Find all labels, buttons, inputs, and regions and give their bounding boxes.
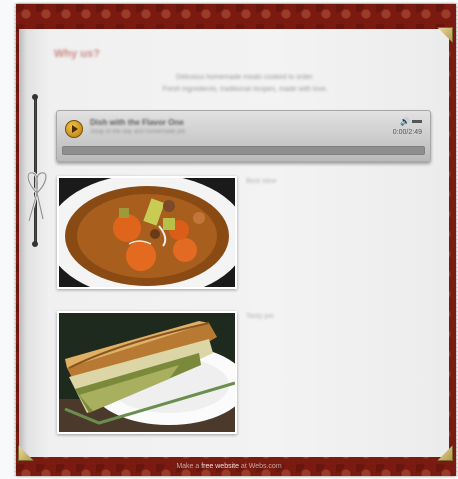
track-time: 0:00/2:49	[392, 129, 422, 136]
page-shadow	[19, 29, 27, 457]
track-subtitle: Soup of the day and homemade pie	[90, 129, 186, 135]
track-title: Dish with the Flavor One	[90, 118, 184, 127]
progress-bar[interactable]	[62, 146, 425, 155]
ribbon-bow-icon	[26, 171, 48, 222]
photo-caption: Tasty pie	[246, 313, 274, 320]
volume-icon[interactable]: 🔊	[400, 117, 410, 126]
soup-photo	[57, 176, 237, 289]
play-icon[interactable]	[65, 120, 83, 138]
left-margin	[0, 0, 14, 479]
volume-slider[interactable]	[412, 120, 422, 123]
footer-suffix: at Webs.com	[238, 463, 282, 470]
page-title: Why us?	[54, 48, 100, 60]
intro-text-line-2: Fresh ingredients, traditional recipes, …	[162, 86, 328, 93]
footer-credit[interactable]: Make a free website at Webs.com	[0, 463, 458, 470]
photo-caption: Best stew	[246, 178, 277, 185]
intro-text-line-1: Delicious homemade meals cooked to order…	[175, 74, 315, 81]
audio-player[interactable]: Dish with the Flavor One Soup of the day…	[56, 110, 431, 162]
pie-photo	[57, 311, 237, 434]
ribbon-knob-top	[32, 94, 38, 100]
footer-brand-link[interactable]: free website	[201, 463, 239, 470]
footer-prefix: Make a	[176, 463, 202, 470]
ribbon-knob-bottom	[32, 241, 38, 247]
